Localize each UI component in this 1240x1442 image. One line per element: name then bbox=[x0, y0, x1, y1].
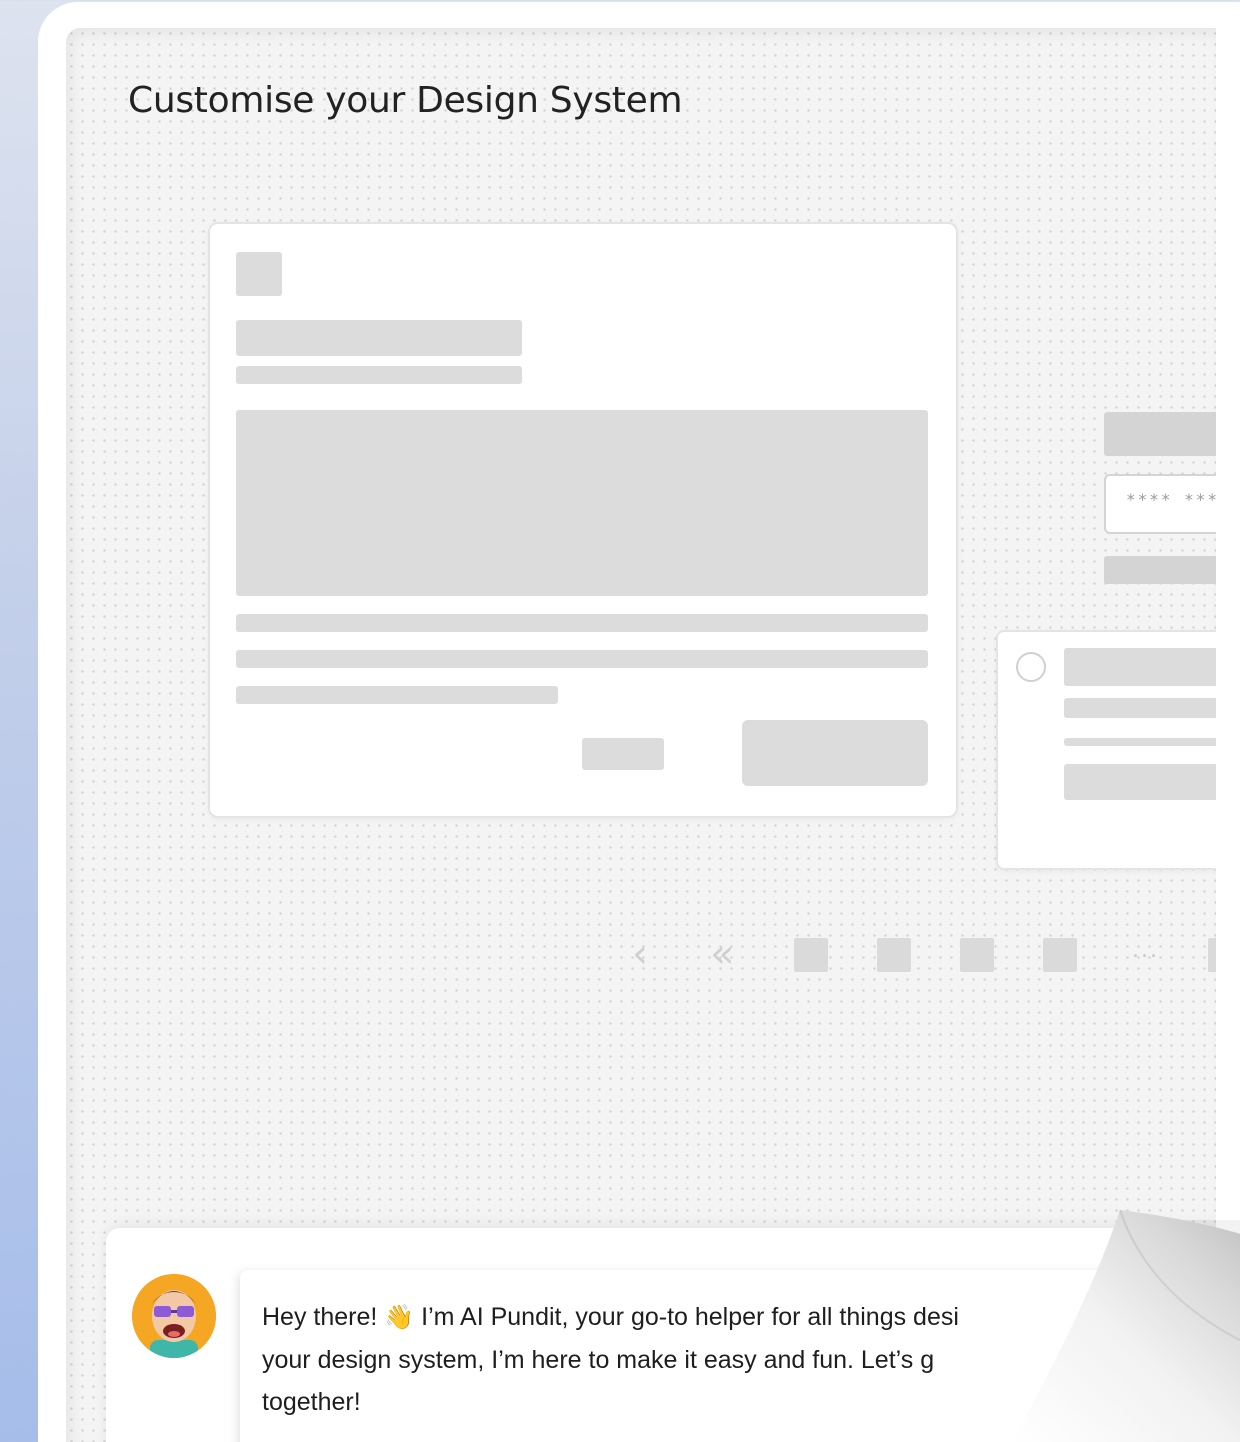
double-chevron-left-icon[interactable]: « bbox=[710, 932, 734, 976]
page-title: Customise your Design System bbox=[128, 80, 683, 121]
page-button[interactable] bbox=[877, 938, 911, 972]
list-subtitle-placeholder bbox=[1064, 698, 1216, 718]
assistant-message-bubble: Hey there! 👋 I’m AI Pundit, your go-to h… bbox=[240, 1270, 1216, 1442]
list-body-placeholder bbox=[1064, 764, 1216, 800]
dialog-primary-button[interactable] bbox=[742, 720, 928, 786]
pagination: ‹ « ... bbox=[626, 932, 1216, 976]
form-field-preview: **** *** bbox=[1102, 408, 1216, 588]
page-button[interactable] bbox=[1043, 938, 1077, 972]
radio-list-card[interactable] bbox=[996, 630, 1216, 870]
dialog-image-placeholder bbox=[236, 410, 928, 596]
dialog-text-line bbox=[236, 650, 928, 668]
dialog-text-line bbox=[236, 614, 928, 632]
password-input-placeholder: **** *** bbox=[1126, 490, 1216, 509]
message-intro: I’m AI Pundit, your go-to helper for all… bbox=[414, 1303, 959, 1331]
list-divider-placeholder bbox=[1064, 738, 1216, 746]
dialog-secondary-button[interactable] bbox=[582, 738, 664, 770]
page-button[interactable] bbox=[960, 938, 994, 972]
message-line-3: together! bbox=[262, 1388, 361, 1416]
design-canvas: Customise your Design System **** *** ‹ … bbox=[66, 28, 1216, 1442]
list-title-placeholder bbox=[1064, 648, 1216, 686]
password-input[interactable]: **** *** bbox=[1104, 474, 1216, 534]
assistant-chat-panel: Hey there! 👋 I’m AI Pundit, your go-to h… bbox=[106, 1228, 1216, 1442]
dialog-preview-card[interactable] bbox=[208, 222, 958, 818]
avatar-illustration bbox=[132, 1274, 216, 1358]
dialog-icon-placeholder bbox=[236, 252, 282, 296]
chevron-left-icon[interactable]: ‹ bbox=[632, 932, 648, 976]
radio-button[interactable] bbox=[1016, 652, 1046, 682]
page-button[interactable] bbox=[794, 938, 828, 972]
page-button[interactable] bbox=[1208, 938, 1216, 972]
dialog-title-placeholder bbox=[236, 320, 522, 356]
form-label-placeholder bbox=[1104, 412, 1216, 456]
pagination-ellipsis: ... bbox=[1132, 938, 1159, 963]
dialog-text-line bbox=[236, 686, 558, 704]
assistant-message: Hey there! 👋 I’m AI Pundit, your go-to h… bbox=[262, 1296, 1092, 1423]
ai-pundit-avatar bbox=[132, 1274, 216, 1358]
message-greeting: Hey there! bbox=[262, 1303, 378, 1331]
form-helper-placeholder bbox=[1104, 556, 1216, 584]
message-line-2: your design system, I’m here to make it … bbox=[262, 1346, 935, 1374]
dialog-subtitle-placeholder bbox=[236, 366, 522, 384]
wave-icon: 👋 bbox=[384, 1304, 415, 1331]
